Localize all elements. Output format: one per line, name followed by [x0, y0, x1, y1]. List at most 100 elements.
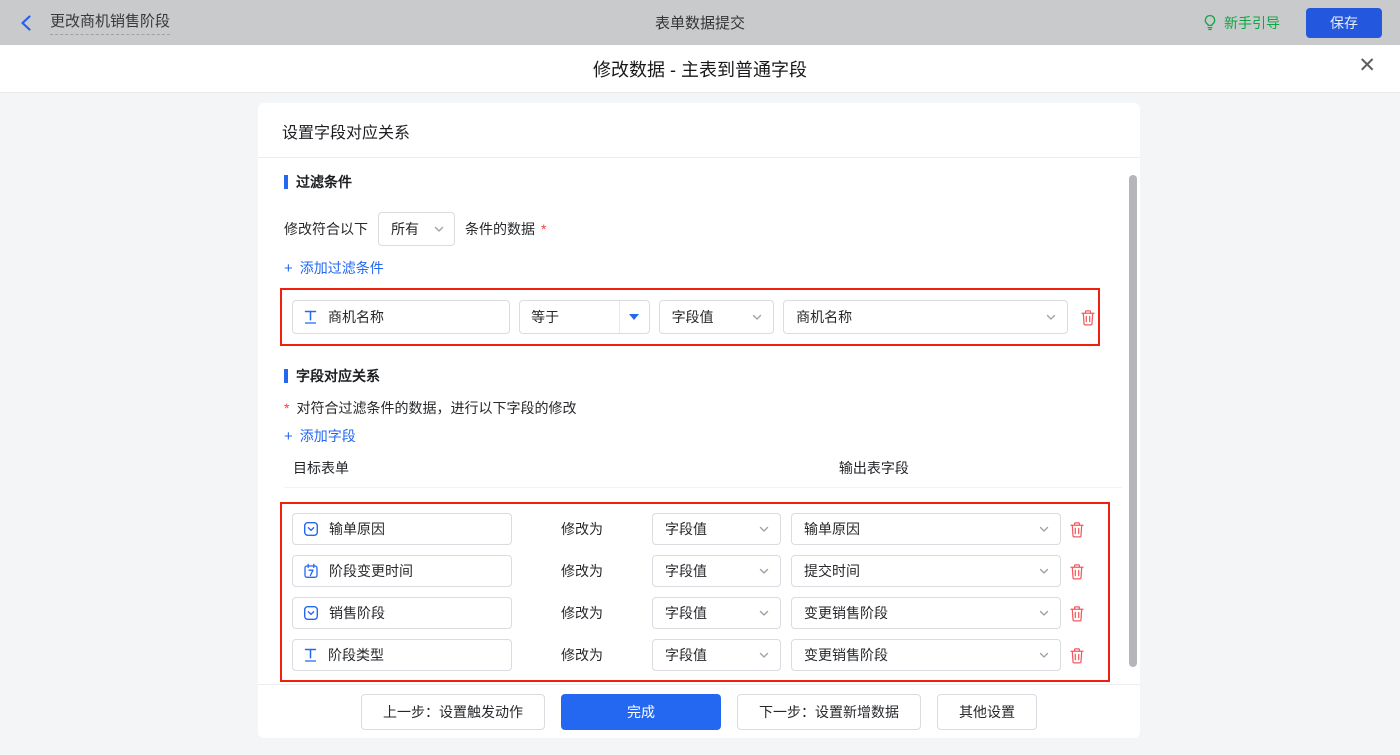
beginner-guide-link[interactable]: 新手引导: [1202, 13, 1280, 33]
delete-row-button[interactable]: [1069, 563, 1085, 580]
section-marker: [284, 369, 288, 383]
value-type: 字段值: [665, 561, 707, 581]
delete-condition-button[interactable]: [1080, 309, 1096, 326]
select-field-icon: [303, 605, 319, 621]
filter-value-type-select[interactable]: 字段值: [659, 300, 775, 334]
chevron-down-icon: [751, 311, 763, 323]
operator-select[interactable]: 等于: [519, 300, 649, 334]
target-field-input[interactable]: 阶段类型: [292, 639, 512, 671]
prev-step-button[interactable]: 上一步：设置触发动作: [361, 694, 545, 730]
modal-header: 修改数据 - 主表到普通字段 ✕: [0, 45, 1400, 93]
target-field-value: 销售阶段: [329, 603, 385, 623]
add-field-link[interactable]: + 添加字段: [284, 426, 356, 446]
mapping-section-label: 字段对应关系: [296, 366, 380, 386]
done-button[interactable]: 完成: [561, 694, 721, 730]
output-field-select[interactable]: 提交时间: [791, 555, 1061, 587]
scrollbar-thumb[interactable]: [1129, 175, 1137, 667]
filter-value-type: 字段值: [672, 307, 714, 327]
value-type: 字段值: [665, 603, 707, 623]
target-field-value: 阶段变更时间: [329, 561, 413, 581]
value-type-select[interactable]: 字段值: [652, 639, 781, 671]
target-field-input[interactable]: 输单原因: [292, 513, 512, 545]
chevron-down-icon: [1038, 523, 1050, 535]
operator-caret-zone[interactable]: [619, 301, 649, 333]
output-field-header: 输出表字段: [839, 460, 909, 476]
panel-footer: 上一步：设置触发动作 完成 下一步：设置新增数据 其他设置: [258, 684, 1140, 738]
delete-row-button[interactable]: [1069, 647, 1085, 664]
filter-field-value: 商机名称: [328, 307, 384, 327]
output-field-select[interactable]: 变更销售阶段: [791, 639, 1061, 671]
target-field-input[interactable]: 销售阶段: [292, 597, 512, 629]
output-field-select[interactable]: 变更销售阶段: [791, 597, 1061, 629]
value-type-select[interactable]: 字段值: [652, 513, 781, 545]
beginner-guide-label: 新手引导: [1224, 13, 1280, 33]
close-icon[interactable]: ✕: [1358, 55, 1376, 76]
mapping-row: 销售阶段 修改为 字段值 变更销售阶段: [292, 597, 1098, 629]
modify-label: 修改为: [522, 603, 642, 623]
node-title: 表单数据提交: [0, 12, 1400, 33]
chevron-down-icon: [758, 565, 770, 577]
field-mapping-highlight-box: 输单原因 修改为 字段值 输单原因: [280, 502, 1110, 682]
filter-section-label: 过滤条件: [296, 172, 352, 192]
field-mapping-panel: 设置字段对应关系 过滤条件 修改符合以下 所有 条件的数据 * +: [258, 103, 1140, 738]
filter-compare-value: 商机名称: [796, 307, 852, 327]
output-field-value: 变更销售阶段: [804, 603, 888, 623]
next-step-button[interactable]: 下一步：设置新增数据: [737, 694, 921, 730]
other-settings-button[interactable]: 其他设置: [937, 694, 1037, 730]
plus-icon: +: [284, 260, 293, 277]
panel-header: 设置字段对应关系: [258, 103, 1140, 158]
mapping-row: 输单原因 修改为 字段值 输单原因: [292, 513, 1098, 545]
chevron-down-icon: [758, 607, 770, 619]
mapping-row: 阶段变更时间 修改为 字段值 提交时间: [292, 555, 1098, 587]
filter-field-input[interactable]: 商机名称: [292, 300, 510, 334]
target-field-value: 阶段类型: [328, 645, 384, 665]
target-form-header: 目标表单: [293, 458, 835, 478]
lightbulb-icon: [1202, 14, 1218, 31]
add-filter-condition-label: 添加过滤条件: [300, 258, 384, 278]
delete-row-button[interactable]: [1069, 521, 1085, 538]
chevron-down-icon: [1038, 607, 1050, 619]
mapping-row: 阶段类型 修改为 字段值 变更销售阶段: [292, 639, 1098, 671]
modal-body: 设置字段对应关系 过滤条件 修改符合以下 所有 条件的数据 * +: [0, 93, 1400, 755]
value-type: 字段值: [665, 519, 707, 539]
modify-label: 修改为: [522, 561, 642, 581]
text-field-icon: [303, 309, 318, 325]
output-field-select[interactable]: 输单原因: [791, 513, 1061, 545]
filter-compare-value-select[interactable]: 商机名称: [783, 300, 1068, 334]
plus-icon: +: [284, 428, 293, 445]
date-field-icon: [303, 563, 319, 579]
section-marker: [284, 175, 288, 189]
target-field-value: 输单原因: [329, 519, 385, 539]
required-mark: *: [284, 400, 289, 416]
match-mode-value: 所有: [391, 219, 419, 239]
chevron-down-icon: [433, 223, 445, 235]
output-field-value: 变更销售阶段: [804, 645, 888, 665]
add-filter-condition-link[interactable]: + 添加过滤条件: [284, 258, 384, 278]
chevron-down-icon: [758, 523, 770, 535]
back-button[interactable]: [18, 14, 36, 32]
mapping-description-line: * 对符合过滤条件的数据，进行以下字段的修改: [284, 398, 1120, 418]
match-condition-line: 修改符合以下 所有 条件的数据 *: [284, 212, 1120, 246]
filter-condition-highlight-box: 商机名称 等于 字段值 商机名称: [280, 288, 1100, 346]
chevron-down-icon: [1038, 565, 1050, 577]
back-chevron-icon: [18, 14, 36, 32]
panel-content: 过滤条件 修改符合以下 所有 条件的数据 * + 添加过滤条件: [258, 158, 1140, 684]
add-field-label: 添加字段: [300, 426, 356, 446]
modify-label: 修改为: [522, 519, 642, 539]
flow-title[interactable]: 更改商机销售阶段: [50, 10, 170, 35]
caret-down-icon: [629, 314, 639, 320]
chevron-down-icon: [1038, 649, 1050, 661]
save-button[interactable]: 保存: [1306, 8, 1382, 38]
value-type-select[interactable]: 字段值: [652, 597, 781, 629]
target-field-input[interactable]: 阶段变更时间: [292, 555, 512, 587]
value-type-select[interactable]: 字段值: [652, 555, 781, 587]
operator-value: 等于: [520, 301, 618, 333]
mapping-column-headers: 目标表单 输出表字段: [284, 458, 1122, 488]
delete-row-button[interactable]: [1069, 605, 1085, 622]
filter-section-title: 过滤条件: [284, 172, 1120, 192]
value-type: 字段值: [665, 645, 707, 665]
mapping-description: 对符合过滤条件的数据，进行以下字段的修改: [296, 398, 576, 418]
match-mode-select[interactable]: 所有: [378, 212, 455, 246]
chevron-down-icon: [1045, 311, 1057, 323]
mapping-section-title: 字段对应关系: [284, 366, 1120, 386]
